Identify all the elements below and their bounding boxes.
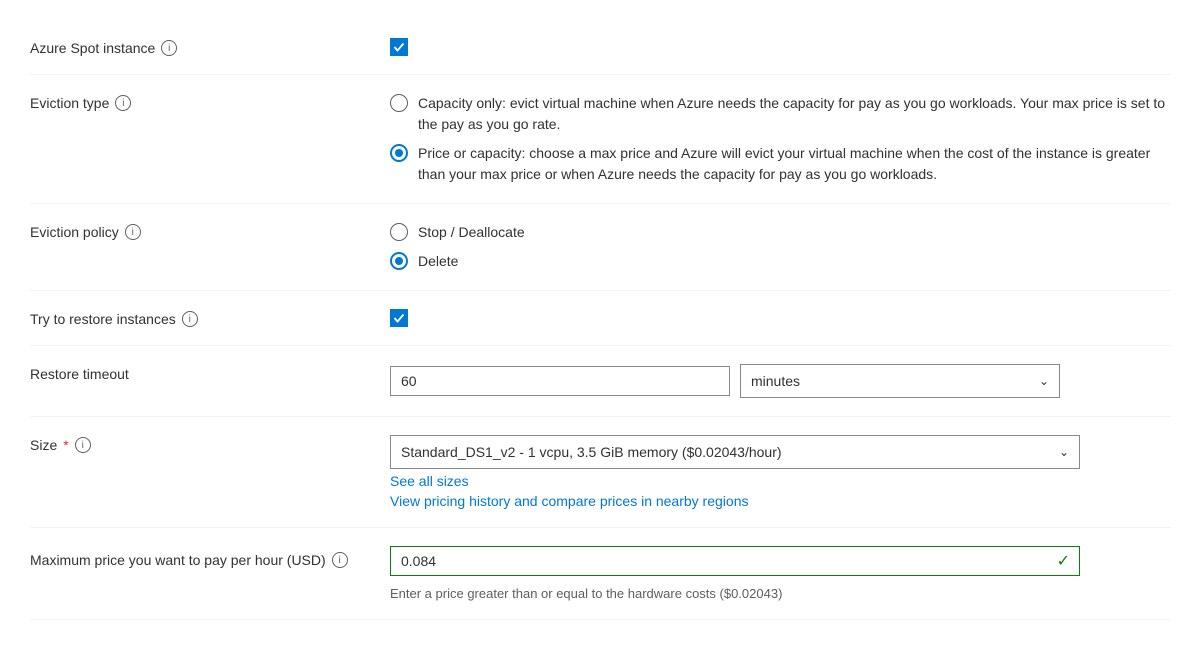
restore-timeout-input[interactable]	[390, 366, 730, 396]
eviction-policy-label: Eviction policy i	[30, 222, 390, 240]
eviction-policy-control: Stop / Deallocate Delete	[390, 222, 1171, 272]
eviction-type-label: Eviction type i	[30, 93, 390, 111]
eviction-policy-stop-text: Stop / Deallocate	[418, 222, 525, 243]
eviction-policy-row: Eviction policy i Stop / Deallocate Dele…	[30, 204, 1171, 291]
eviction-type-label-text: Eviction type	[30, 95, 109, 111]
azure-spot-info-icon[interactable]: i	[161, 40, 177, 56]
restore-timeout-label: Restore timeout	[30, 364, 390, 382]
eviction-type-capacity-only-text: Capacity only: evict virtual machine whe…	[418, 93, 1171, 135]
azure-spot-control	[390, 38, 1171, 56]
size-info-icon[interactable]: i	[75, 437, 91, 453]
eviction-policy-delete-text: Delete	[418, 251, 458, 272]
eviction-policy-delete-option[interactable]: Delete	[390, 251, 1171, 272]
eviction-policy-stop-radio[interactable]	[390, 223, 408, 241]
eviction-type-info-icon[interactable]: i	[115, 95, 131, 111]
eviction-type-price-capacity-radio[interactable]	[390, 144, 408, 162]
azure-spot-label-text: Azure Spot instance	[30, 40, 155, 56]
try-restore-row: Try to restore instances i	[30, 291, 1171, 346]
eviction-policy-label-text: Eviction policy	[30, 224, 119, 240]
max-price-helper-text: Enter a price greater than or equal to t…	[390, 586, 1171, 601]
max-price-label: Maximum price you want to pay per hour (…	[30, 546, 390, 568]
eviction-type-row: Eviction type i Capacity only: evict vir…	[30, 75, 1171, 204]
restore-timeout-inputs: minutes ⌄	[390, 364, 1171, 398]
eviction-type-price-capacity-option[interactable]: Price or capacity: choose a max price an…	[390, 143, 1171, 185]
try-restore-info-icon[interactable]: i	[182, 311, 198, 327]
pricing-history-link[interactable]: View pricing history and compare prices …	[390, 493, 1171, 509]
restore-timeout-chevron-icon: ⌄	[1039, 374, 1049, 388]
size-label: Size * i	[30, 435, 390, 453]
restore-timeout-unit-dropdown[interactable]: minutes ⌄	[740, 364, 1060, 398]
price-valid-checkmark-icon: ✓	[1057, 551, 1070, 571]
eviction-policy-stop-option[interactable]: Stop / Deallocate	[390, 222, 1171, 243]
checkbox-checkmark-icon	[393, 41, 405, 53]
max-price-input[interactable]	[390, 546, 1080, 576]
size-chevron-icon: ⌄	[1059, 445, 1069, 459]
size-label-text: Size	[30, 437, 57, 453]
size-required-indicator: *	[63, 437, 68, 453]
restore-timeout-unit-value: minutes	[751, 373, 800, 389]
try-restore-checkbox[interactable]	[390, 309, 408, 327]
size-dropdown-value: Standard_DS1_v2 - 1 vcpu, 3.5 GiB memory…	[401, 444, 782, 460]
restore-timeout-control: minutes ⌄	[390, 364, 1171, 398]
eviction-type-control: Capacity only: evict virtual machine whe…	[390, 93, 1171, 185]
try-restore-control	[390, 309, 1171, 327]
max-price-input-wrapper: ✓	[390, 546, 1080, 576]
max-price-control: ✓ Enter a price greater than or equal to…	[390, 546, 1171, 601]
see-all-sizes-link[interactable]: See all sizes	[390, 473, 1171, 489]
azure-spot-instance-row: Azure Spot instance i	[30, 20, 1171, 75]
max-price-info-icon[interactable]: i	[332, 552, 348, 568]
azure-spot-checkbox[interactable]	[390, 38, 408, 56]
eviction-type-capacity-only-option[interactable]: Capacity only: evict virtual machine whe…	[390, 93, 1171, 135]
max-price-label-text: Maximum price you want to pay per hour (…	[30, 552, 326, 568]
max-price-row: Maximum price you want to pay per hour (…	[30, 528, 1171, 620]
eviction-type-capacity-only-radio[interactable]	[390, 94, 408, 112]
try-restore-checkmark-icon	[393, 312, 405, 324]
restore-timeout-label-text: Restore timeout	[30, 366, 129, 382]
size-control: Standard_DS1_v2 - 1 vcpu, 3.5 GiB memory…	[390, 435, 1171, 509]
try-restore-label-text: Try to restore instances	[30, 311, 176, 327]
azure-spot-label: Azure Spot instance i	[30, 38, 390, 56]
size-dropdown[interactable]: Standard_DS1_v2 - 1 vcpu, 3.5 GiB memory…	[390, 435, 1080, 469]
eviction-policy-delete-radio[interactable]	[390, 252, 408, 270]
eviction-type-price-capacity-text: Price or capacity: choose a max price an…	[418, 143, 1171, 185]
size-row: Size * i Standard_DS1_v2 - 1 vcpu, 3.5 G…	[30, 417, 1171, 528]
try-restore-label: Try to restore instances i	[30, 309, 390, 327]
eviction-policy-info-icon[interactable]: i	[125, 224, 141, 240]
restore-timeout-row: Restore timeout minutes ⌄	[30, 346, 1171, 417]
